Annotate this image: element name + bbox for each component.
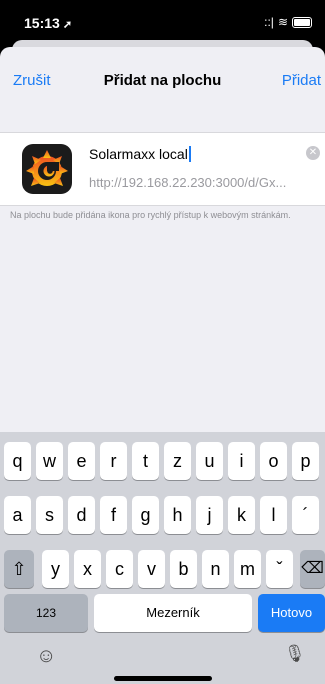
add-button[interactable]: Přidat	[282, 72, 321, 89]
keyboard-row-3: ⇧ y x c v b n m ˇ ⌫	[0, 550, 325, 590]
keyboard-row-1: q w e r t z u i o p	[0, 442, 325, 482]
status-time: 15:13 ➚	[24, 15, 72, 31]
grafana-logo-icon	[22, 144, 72, 194]
wifi-icon: ≋	[277, 15, 288, 29]
clear-text-icon[interactable]: ✕	[306, 146, 320, 160]
url-text: http://192.168.22.230:3000/d/Gx...	[89, 175, 287, 190]
battery-icon	[292, 16, 312, 28]
key-caron[interactable]: ˇ	[266, 550, 293, 588]
hint-text: Na plochu bude přidána ikona pro rychlý …	[10, 210, 291, 220]
key-c[interactable]: c	[106, 550, 133, 588]
numbers-key[interactable]: 123	[4, 594, 88, 632]
done-button[interactable]: Hotovo	[258, 594, 325, 632]
key-g[interactable]: g	[132, 496, 159, 534]
status-bar: 15:13 ➚ ::| ≋	[0, 0, 325, 42]
status-icons: ::| ≋	[264, 15, 312, 29]
nav-bar: Zrušit Přidat na plochu Přidat	[0, 47, 325, 115]
key-v[interactable]: v	[138, 550, 165, 588]
key-h[interactable]: h	[164, 496, 191, 534]
keyboard: q w e r t z u i o p a s d f g h j k l ´ …	[0, 432, 325, 684]
emoji-icon[interactable]: ☺	[36, 645, 56, 668]
signal-icon: ::|	[264, 15, 274, 29]
space-key[interactable]: Mezerník	[94, 594, 252, 632]
key-y[interactable]: y	[42, 550, 69, 588]
key-acute[interactable]: ´	[292, 496, 319, 534]
key-m[interactable]: m	[234, 550, 261, 588]
microphone-icon[interactable]: 🎙	[284, 644, 306, 664]
shift-key[interactable]: ⇧	[4, 550, 34, 588]
home-indicator	[114, 676, 212, 681]
key-x[interactable]: x	[74, 550, 101, 588]
key-i[interactable]: i	[228, 442, 255, 480]
key-f[interactable]: f	[100, 496, 127, 534]
key-t[interactable]: t	[132, 442, 159, 480]
bookmark-card: Solarmaxx local ✕ http://192.168.22.230:…	[0, 132, 325, 206]
text-caret	[188, 146, 191, 162]
delete-key[interactable]: ⌫	[300, 550, 325, 588]
key-s[interactable]: s	[36, 496, 63, 534]
key-e[interactable]: e	[68, 442, 95, 480]
key-b[interactable]: b	[170, 550, 197, 588]
key-p[interactable]: p	[292, 442, 319, 480]
key-a[interactable]: a	[4, 496, 31, 534]
key-o[interactable]: o	[260, 442, 287, 480]
key-z[interactable]: z	[164, 442, 191, 480]
key-u[interactable]: u	[196, 442, 223, 480]
key-d[interactable]: d	[68, 496, 95, 534]
screen: 15:13 ➚ ::| ≋ Zrušit Přidat na plochu Při…	[0, 0, 325, 684]
location-arrow-icon: ➚	[62, 19, 73, 31]
keyboard-row-4: 123 Mezerník Hotovo	[0, 594, 325, 634]
key-w[interactable]: w	[36, 442, 63, 480]
key-k[interactable]: k	[228, 496, 255, 534]
key-j[interactable]: j	[196, 496, 223, 534]
key-l[interactable]: l	[260, 496, 287, 534]
keyboard-row-2: a s d f g h j k l ´	[0, 496, 325, 536]
key-r[interactable]: r	[100, 442, 127, 480]
key-q[interactable]: q	[4, 442, 31, 480]
page-title: Přidat na plochu	[103, 72, 222, 89]
key-n[interactable]: n	[202, 550, 229, 588]
name-value: Solarmaxx local	[89, 146, 188, 162]
time-text: 15:13	[24, 15, 60, 31]
name-input[interactable]: Solarmaxx local	[89, 146, 191, 162]
